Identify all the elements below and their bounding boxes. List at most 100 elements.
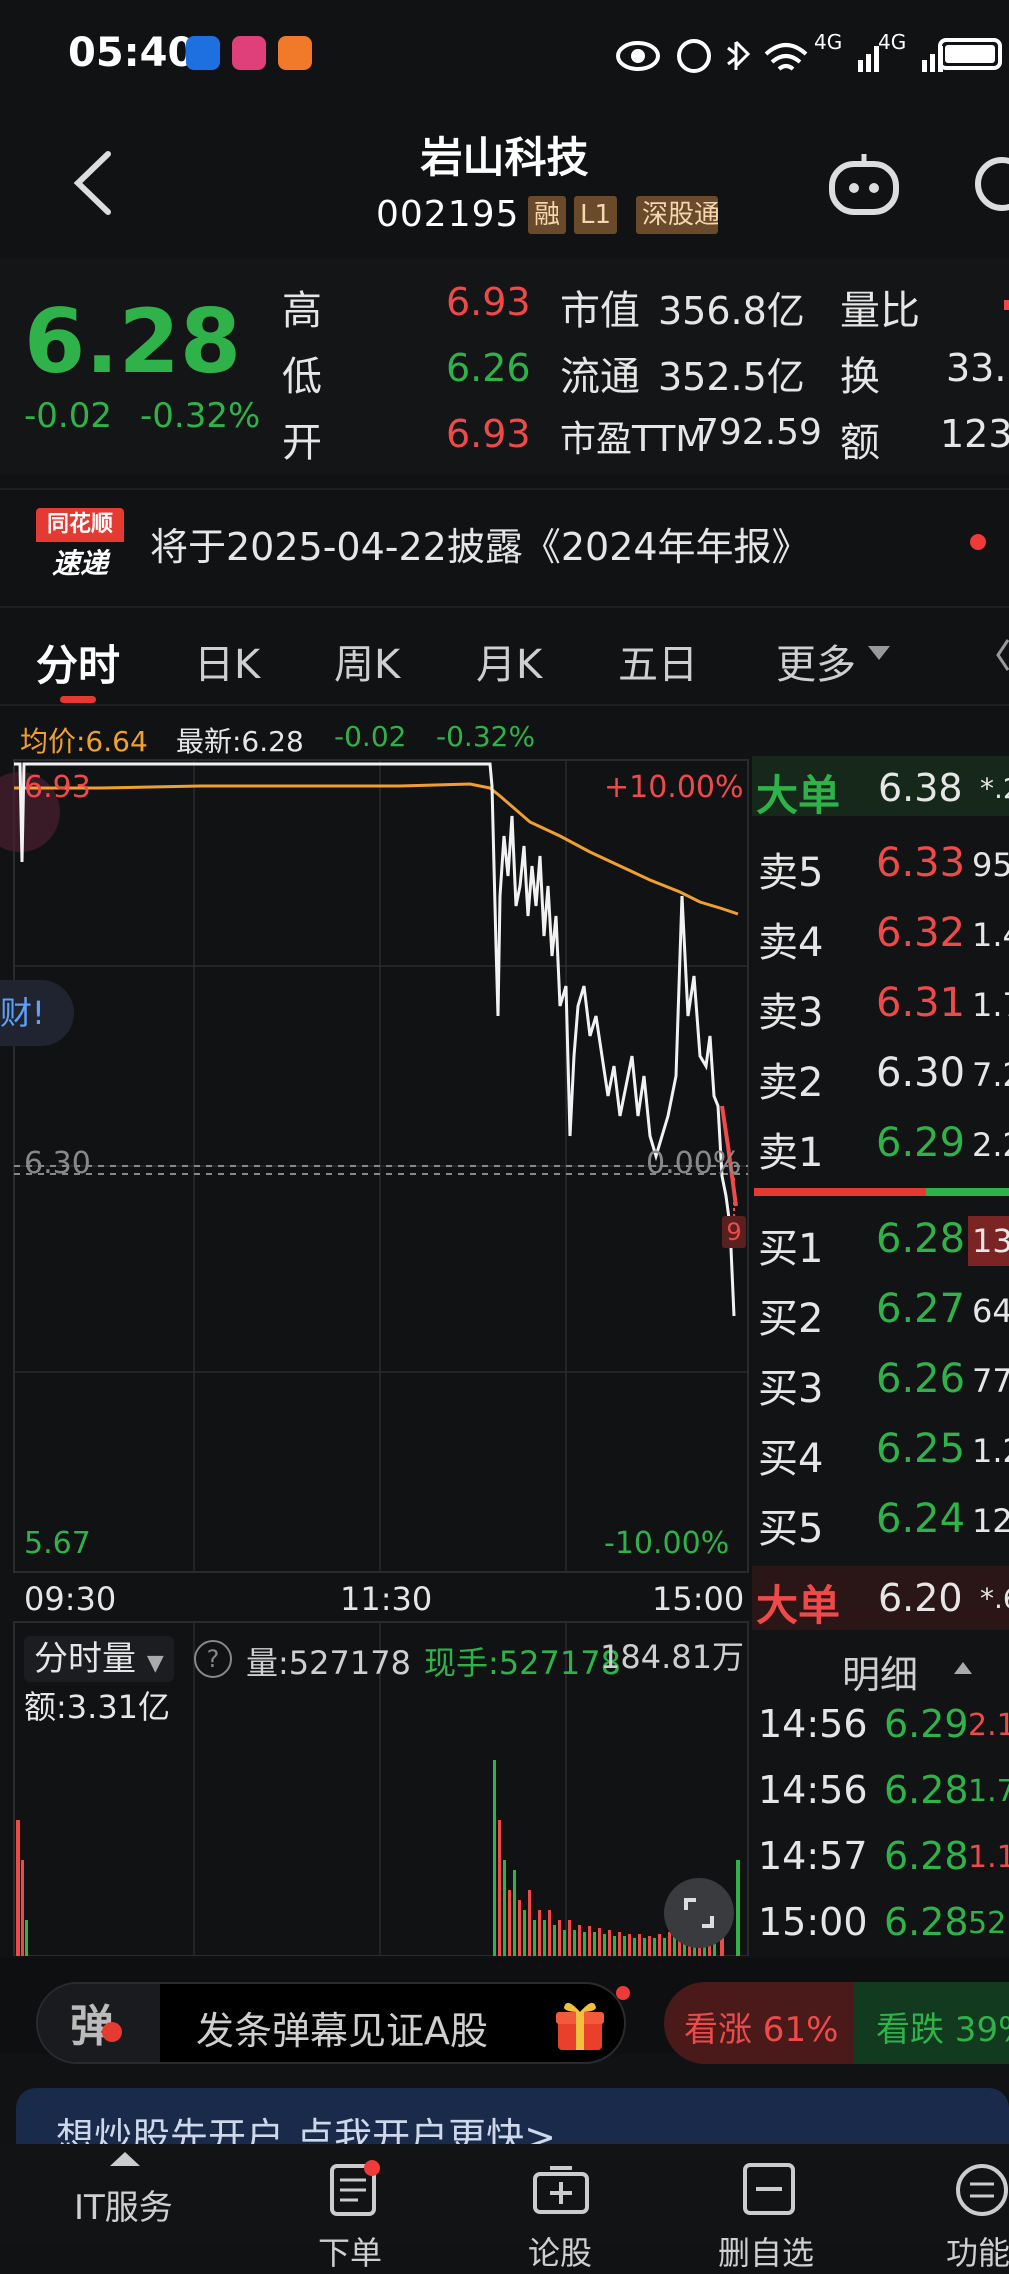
- volume-top-value: 184.81万: [600, 1638, 744, 1676]
- bullet-placeholder: 发条弹幕见证A股: [196, 2009, 488, 2053]
- mall-app-icon: [232, 36, 266, 70]
- tab-intraday[interactable]: 分时: [36, 632, 120, 693]
- chart-end-badge: 9: [722, 1216, 746, 1248]
- account-open-banner[interactable]: 想炒股先开户 点我开户更快>: [16, 2088, 1009, 2148]
- chart-mid-pct: 0.00%: [646, 1146, 742, 1181]
- bid-3-price[interactable]: 6.26: [876, 1356, 965, 1402]
- bid-5-price[interactable]: 6.24: [876, 1496, 965, 1542]
- trade-row-vol: 1.7: [968, 1774, 1009, 1809]
- ask-4-price[interactable]: 6.32: [876, 910, 965, 956]
- pe-value: 792.59: [696, 412, 822, 453]
- gift-icon[interactable]: [554, 1996, 606, 2052]
- bid-2-vol: 64: [972, 1292, 1009, 1330]
- ask-1-price[interactable]: 6.29: [876, 1120, 965, 1166]
- big-order-bottom-vol: *.6: [980, 1582, 1009, 1615]
- tag-level1: L1: [574, 196, 618, 234]
- nav-functions[interactable]: 功能: [946, 2228, 1009, 2274]
- bid-1-vol: 13.: [972, 1222, 1009, 1260]
- ask-1-label: 卖1: [758, 1130, 824, 1176]
- trade-row-time: 14:56: [758, 1768, 868, 1812]
- float-value: 352.5亿: [658, 355, 805, 399]
- nav-discuss[interactable]: 论股: [528, 2228, 592, 2274]
- side-assistant-bubble[interactable]: 财!: [0, 980, 74, 1046]
- chart-bottom-pct: -10.00%: [604, 1526, 730, 1561]
- tag-margin: 融: [528, 196, 567, 234]
- chart-top-price: 6.93: [24, 770, 91, 805]
- stock-code: 002195: [376, 194, 520, 235]
- nav-remove-watchlist[interactable]: 删自选: [718, 2228, 814, 2274]
- tab-five-day[interactable]: 五日: [618, 632, 698, 690]
- mktcap-label: 市值: [560, 288, 640, 334]
- status-bar: 05:40 4G 4G: [0, 0, 1009, 110]
- order-icon[interactable]: [328, 2160, 384, 2218]
- low-label: 低: [282, 354, 322, 400]
- big-order-top-label: 大单: [756, 771, 841, 820]
- ask-1-vol: 2.2: [972, 1126, 1009, 1164]
- search-icon[interactable]: [964, 150, 1009, 216]
- news-unread-dot: [970, 534, 986, 550]
- intraday-price-chart[interactable]: [0, 756, 750, 1576]
- ask-5-label: 卖5: [758, 850, 824, 896]
- ask-5-vol: 95: [972, 846, 1009, 884]
- ask-3-vol: 1.7: [972, 986, 1009, 1024]
- robot-assistant-icon[interactable]: [826, 150, 902, 216]
- chevron-down-icon: ▼: [146, 1651, 164, 1676]
- divider: [0, 704, 1009, 706]
- trade-row-price: 6.28: [884, 1900, 969, 1944]
- ask-2-vol: 7.2: [972, 1056, 1009, 1094]
- tab-weekly-k[interactable]: 周K: [334, 632, 400, 690]
- chart-top-pct: +10.00%: [604, 770, 744, 805]
- trade-details-header[interactable]: 明细: [842, 1644, 918, 1699]
- ask-3-price[interactable]: 6.31: [876, 980, 965, 1026]
- volume-type-dropdown[interactable]: 分时量 ▼: [24, 1636, 174, 1682]
- nav-order[interactable]: 下单: [318, 2228, 382, 2274]
- chevron-down-icon: [868, 646, 890, 660]
- bid-5-label: 买5: [758, 1506, 824, 1552]
- volume-total: 量:527178: [246, 1644, 411, 1682]
- big-order-top-price: 6.38: [878, 766, 963, 810]
- amount-label: 额: [840, 420, 880, 466]
- shield-app-icon: [186, 36, 220, 70]
- news-text[interactable]: 将于2025-04-22披露《2024年年报》: [150, 516, 810, 571]
- pe-label: 市盈TTM: [560, 419, 707, 460]
- high-value: 6.93: [446, 280, 531, 324]
- trade-row-vol: 1.1: [968, 1840, 1009, 1875]
- bid-1-label: 买1: [758, 1226, 824, 1272]
- tab-monthly-k[interactable]: 月K: [476, 632, 542, 690]
- menu-icon[interactable]: [954, 2162, 1009, 2218]
- sentiment-up-label: 看涨 61%: [684, 2010, 839, 2050]
- fullscreen-button[interactable]: [664, 1878, 734, 1948]
- ask-4-vol: 1.4: [972, 916, 1009, 954]
- latest-price-label: 最新:6.28: [176, 725, 304, 758]
- buy-sell-ratio-sell: [754, 1188, 926, 1196]
- trade-row-price: 6.28: [884, 1834, 969, 1878]
- bid-4-price[interactable]: 6.25: [876, 1426, 965, 1472]
- bid-1-price[interactable]: 6.28: [876, 1216, 965, 1262]
- volratio-indicator: [1004, 300, 1009, 310]
- turnover-label: 换: [840, 354, 880, 400]
- banner-text: 想炒股先开户 点我开户更快>: [56, 2115, 556, 2148]
- chevron-up-icon: [110, 2152, 140, 2166]
- chevron-left-icon[interactable]: [996, 638, 1009, 672]
- mktcap-value: 356.8亿: [658, 289, 805, 333]
- volume-current-hand: 现手:527178: [424, 1644, 621, 1682]
- ask-4-label: 卖4: [758, 920, 824, 966]
- divider: [0, 606, 1009, 608]
- tab-more[interactable]: 更多: [776, 632, 856, 690]
- help-icon[interactable]: ?: [194, 1640, 232, 1678]
- price-change-pct: -0.32%: [140, 396, 261, 436]
- ask-5-price[interactable]: 6.33: [876, 840, 965, 886]
- volume-type-label: 分时量: [34, 1639, 136, 1679]
- float-label: 流通: [560, 354, 640, 400]
- trade-row-vol: 2.1: [968, 1708, 1009, 1743]
- bid-3-vol: 77: [972, 1362, 1009, 1400]
- nav-it-service[interactable]: IT服务: [74, 2180, 173, 2229]
- ask-2-price[interactable]: 6.30: [876, 1050, 965, 1096]
- net-label-1: 4G: [814, 30, 843, 54]
- trade-row-time: 15:00: [758, 1900, 868, 1944]
- discuss-icon[interactable]: [532, 2164, 590, 2216]
- remove-watchlist-icon[interactable]: [742, 2162, 798, 2216]
- tab-daily-k[interactable]: 日K: [194, 632, 260, 690]
- trade-row-time: 14:57: [758, 1834, 868, 1878]
- bid-2-price[interactable]: 6.27: [876, 1286, 965, 1332]
